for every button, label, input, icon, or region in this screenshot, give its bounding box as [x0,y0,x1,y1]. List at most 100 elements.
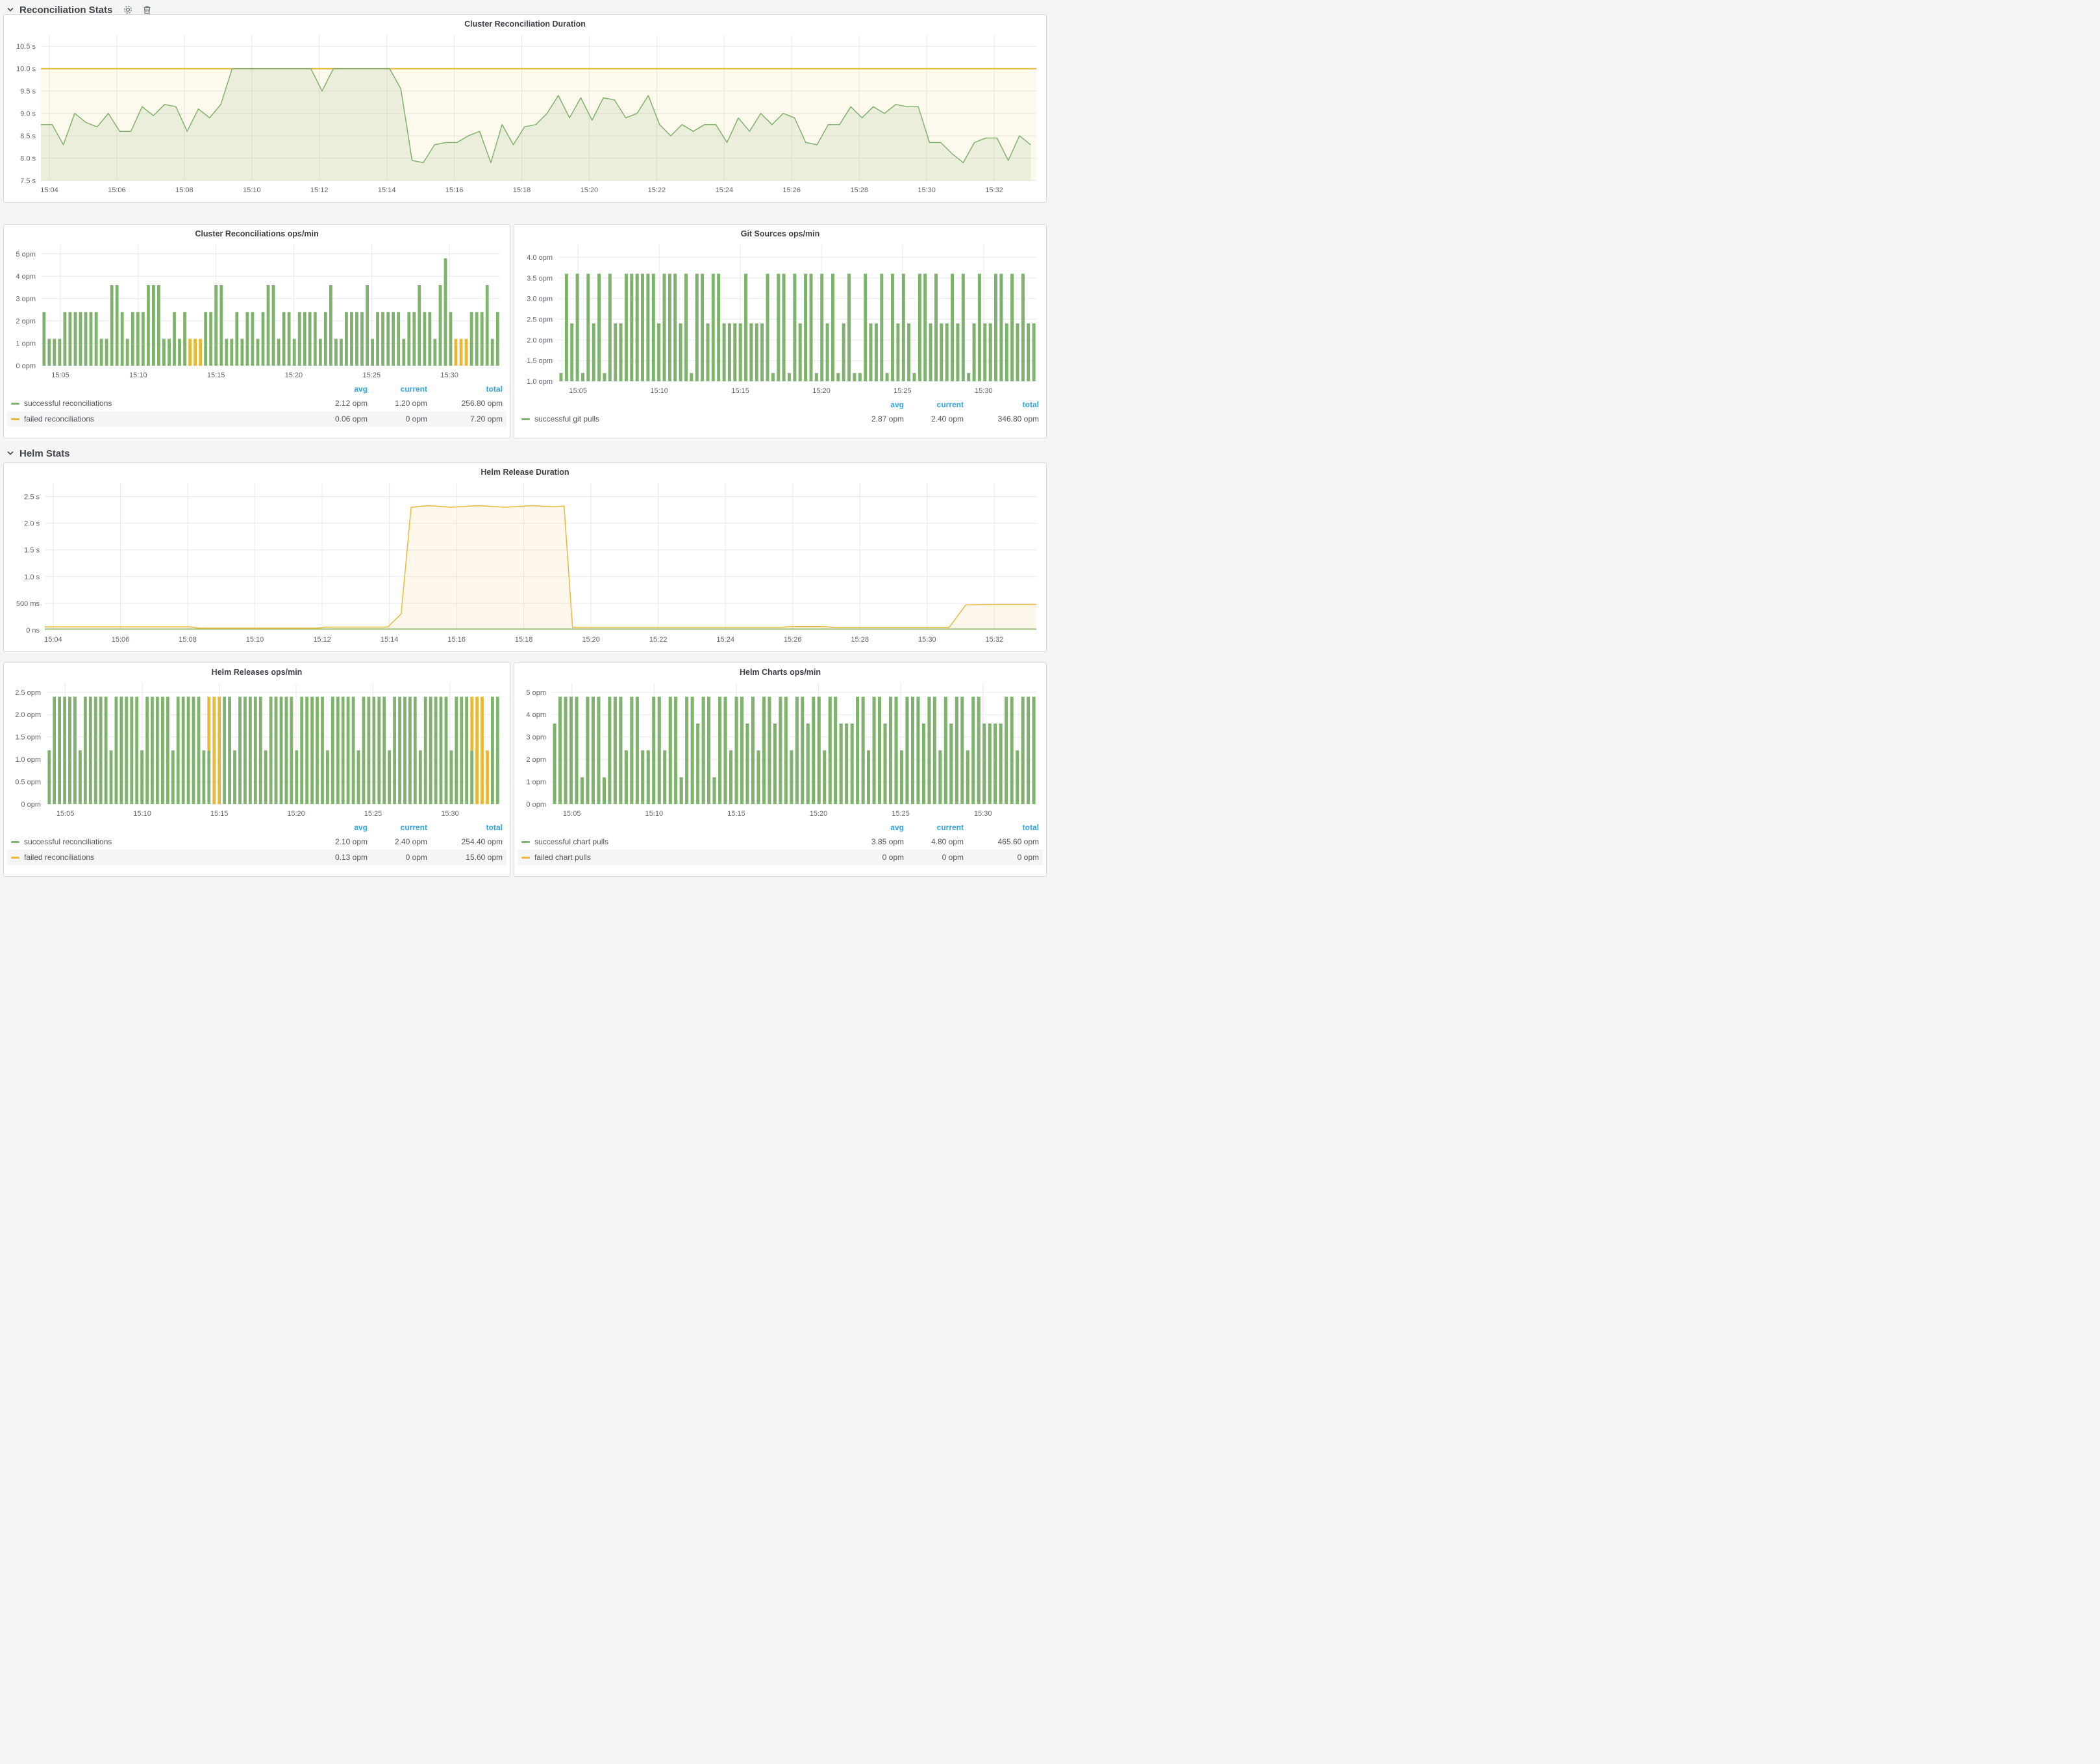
chevron-down-icon[interactable] [6,449,14,457]
svg-text:1 opm: 1 opm [16,340,36,348]
legend-row-failed-reconciliations: failed reconciliations 0.06 opm 0 opm 7.… [7,411,506,427]
legend-sort-total[interactable]: total [427,823,503,832]
svg-text:15:30: 15:30 [441,810,459,818]
stat-current: 2.40 opm [904,414,964,423]
stat-current: 1.20 opm [368,399,427,408]
svg-text:15:10: 15:10 [650,387,668,395]
svg-text:15:25: 15:25 [364,810,382,818]
svg-text:4 opm: 4 opm [526,711,546,719]
helm-release-duration-chart[interactable]: 0 ns500 ms1.0 s1.5 s2.0 s2.5 s15:0415:06… [7,478,1043,646]
svg-text:2.0 opm: 2.0 opm [15,711,41,719]
svg-text:15:25: 15:25 [894,387,912,395]
svg-text:15:10: 15:10 [645,810,664,818]
chevron-down-icon[interactable] [6,6,14,14]
stat-current: 0 opm [904,853,964,862]
series-color-dash-yellow [521,857,530,859]
stat-total: 346.80 opm [964,414,1039,423]
legend-sort-avg[interactable]: avg [844,400,904,409]
panel-title[interactable]: Cluster Reconciliation Duration [7,17,1043,30]
cluster-reconciliation-duration-chart[interactable]: 7.5 s8.0 s8.5 s9.0 s9.5 s10.0 s10.5 s15:… [7,30,1043,196]
svg-text:15:18: 15:18 [515,636,533,644]
git-sources-chart[interactable]: 1.0 opm1.5 opm2.0 opm2.5 opm3.0 opm3.5 o… [518,240,1043,397]
legend-sort-total[interactable]: total [964,400,1039,409]
section-header-helm-stats: Helm Stats [6,447,70,460]
series-label[interactable]: successful reconciliations [24,399,308,408]
svg-text:15:05: 15:05 [51,372,69,379]
svg-text:15:05: 15:05 [56,810,75,818]
trash-icon[interactable] [142,5,152,15]
stat-total: 15.60 opm [427,853,503,862]
svg-text:10.0 s: 10.0 s [16,66,36,73]
series-color-dash-yellow [11,418,19,420]
svg-text:8.5 s: 8.5 s [20,132,36,140]
stat-current: 4.80 opm [904,837,964,846]
helm-releases-chart[interactable]: 0 opm0.5 opm1.0 opm1.5 opm2.0 opm2.5 opm… [7,678,506,820]
panel-git-sources-opm: Git Sources ops/min 1.0 opm1.5 opm2.0 op… [514,224,1047,438]
legend-sort-avg[interactable]: avg [308,823,368,832]
svg-text:3 opm: 3 opm [16,296,36,303]
legend-sort-current[interactable]: current [904,400,964,409]
series-label[interactable]: failed reconciliations [24,853,308,862]
svg-text:15:32: 15:32 [986,636,1004,644]
panel-cluster-reconciliation-duration: Cluster Reconciliation Duration 7.5 s8.0… [3,14,1047,203]
svg-text:15:30: 15:30 [918,636,936,644]
section-title[interactable]: Helm Stats [19,448,70,459]
cluster-reconciliations-chart[interactable]: 0 opm1 opm2 opm3 opm4 opm5 opm15:0515:10… [7,240,506,381]
legend-header: avg current total [518,821,1043,834]
svg-text:15:30: 15:30 [918,186,936,194]
panel-helm-releases-opm: Helm Releases ops/min 0 opm0.5 opm1.0 op… [3,662,510,877]
legend-sort-current[interactable]: current [904,823,964,832]
svg-text:9.5 s: 9.5 s [20,88,36,95]
svg-text:5 opm: 5 opm [526,689,546,697]
panel-title[interactable]: Helm Releases ops/min [7,665,506,678]
svg-text:15:04: 15:04 [40,186,58,194]
panel-title[interactable]: Git Sources ops/min [518,227,1043,240]
legend-sort-current[interactable]: current [368,384,427,394]
helm-charts-chart[interactable]: 0 opm1 opm2 opm3 opm4 opm5 opm15:0515:10… [518,678,1043,820]
svg-text:1 opm: 1 opm [526,779,546,787]
svg-text:15:20: 15:20 [810,810,828,818]
svg-text:15:20: 15:20 [287,810,305,818]
legend-header: avg current total [518,398,1043,411]
series-label[interactable]: successful chart pulls [534,837,844,846]
svg-text:15:10: 15:10 [133,810,151,818]
svg-text:15:14: 15:14 [381,636,399,644]
legend-sort-total[interactable]: total [964,823,1039,832]
panel-title[interactable]: Helm Charts ops/min [518,665,1043,678]
stat-total: 7.20 opm [427,414,503,423]
panel-helm-charts-opm: Helm Charts ops/min 0 opm1 opm2 opm3 opm… [514,662,1047,877]
series-label[interactable]: failed chart pulls [534,853,844,862]
stat-current: 0 opm [368,853,427,862]
svg-text:0 ns: 0 ns [26,627,40,635]
stat-total: 0 opm [964,853,1039,862]
svg-text:15:24: 15:24 [716,636,734,644]
panel-title[interactable]: Cluster Reconciliations ops/min [7,227,506,240]
panel-title[interactable]: Helm Release Duration [7,465,1043,478]
svg-text:9.0 s: 9.0 s [20,110,36,118]
legend: avg current total successful git pulls 2… [518,398,1043,427]
svg-text:2.0 opm: 2.0 opm [527,336,553,344]
svg-text:15:14: 15:14 [378,186,396,194]
svg-text:15:10: 15:10 [129,372,147,379]
gear-icon[interactable] [123,5,133,15]
svg-text:15:20: 15:20 [285,372,303,379]
legend-sort-current[interactable]: current [368,823,427,832]
stat-avg: 2.87 opm [844,414,904,423]
series-label[interactable]: successful git pulls [534,414,844,423]
grafana-dashboard: Reconciliation Stats Cluster Reconciliat… [0,0,1050,882]
svg-text:2.5 opm: 2.5 opm [527,316,553,324]
legend-sort-avg[interactable]: avg [308,384,368,394]
legend-sort-total[interactable]: total [427,384,503,394]
svg-text:15:25: 15:25 [892,810,910,818]
legend-sort-avg[interactable]: avg [844,823,904,832]
svg-text:15:10: 15:10 [243,186,261,194]
series-label[interactable]: successful reconciliations [24,837,308,846]
svg-text:2.5 opm: 2.5 opm [15,689,41,697]
legend-row-successful-reconciliations: successful reconciliations 2.12 opm 1.20… [7,396,506,411]
series-label[interactable]: failed reconciliations [24,414,308,423]
svg-text:2 opm: 2 opm [526,756,546,764]
stat-total: 465.60 opm [964,837,1039,846]
section-title[interactable]: Reconciliation Stats [19,5,112,16]
svg-text:0 opm: 0 opm [21,801,41,809]
svg-text:0 opm: 0 opm [16,362,36,370]
